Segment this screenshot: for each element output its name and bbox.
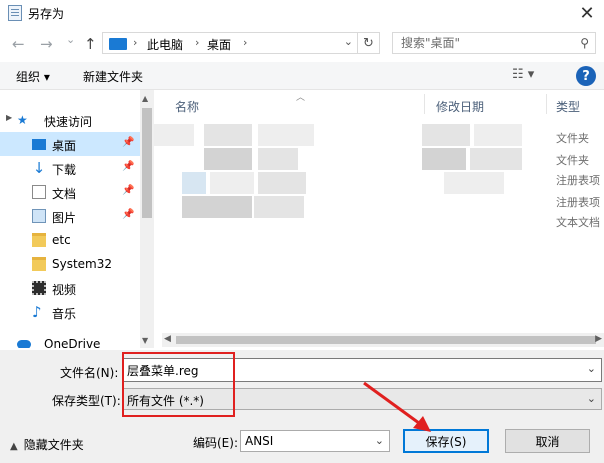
annotation-arrow-line [363, 381, 424, 428]
annotation-arrow [363, 381, 431, 432]
annotation-arrow-head [413, 416, 431, 432]
